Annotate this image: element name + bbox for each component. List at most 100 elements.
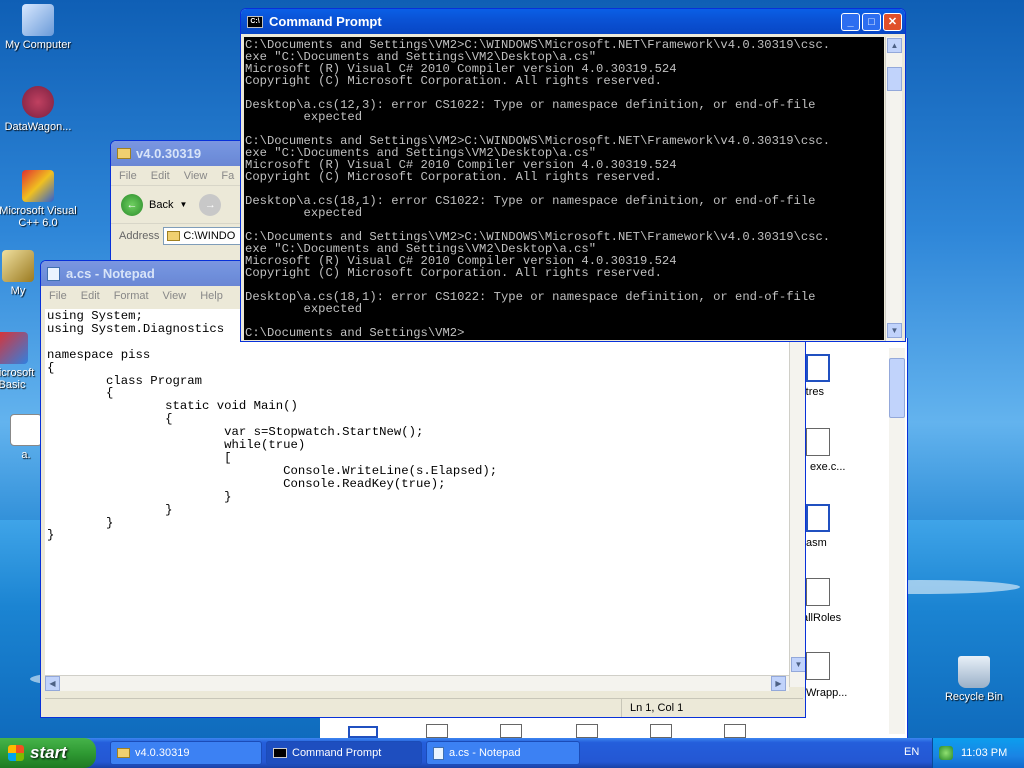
desktop-icon-label: Microsoft Basic — [0, 367, 35, 391]
network-icon[interactable] — [939, 746, 953, 760]
desktop-icon-recycle-bin[interactable]: Recycle Bin — [934, 656, 1014, 703]
taskbar: start v4.0.30319 Command Prompt a.cs - N… — [0, 738, 1024, 768]
minimize-button[interactable]: _ — [841, 12, 860, 31]
desktop-icon-label: Recycle Bin — [944, 691, 1004, 703]
file-icon — [806, 504, 830, 532]
menu-file[interactable]: File — [119, 170, 137, 182]
notepad-icon — [47, 266, 60, 281]
scrollbar-thumb[interactable] — [887, 67, 902, 91]
desktop-icon-my-computer[interactable]: My Computer — [0, 4, 78, 51]
file-icon — [500, 724, 522, 738]
folder-icon — [117, 748, 130, 758]
notepad-text-area[interactable]: using System; using System.Diagnostics n… — [45, 309, 789, 687]
desktop-icon-label: Microsoft Visual C++ 6.0 — [0, 205, 77, 229]
desktop-icon-label: My Computer — [4, 39, 72, 51]
desktop-icon-label: DataWagon... — [4, 121, 72, 133]
task-label: Command Prompt — [292, 747, 382, 759]
clock[interactable]: 11:03 PM — [961, 747, 1007, 759]
menu-edit[interactable]: Edit — [151, 170, 170, 182]
file-icon — [576, 724, 598, 738]
forward-arrow-icon[interactable]: → — [199, 193, 222, 216]
explorer-window[interactable]: v4.0.30319 File Edit View Fa ← Back ▼ → … — [110, 140, 245, 270]
file-icon — [650, 724, 672, 738]
file-label[interactable]: asm — [806, 537, 827, 549]
close-button[interactable]: ✕ — [883, 12, 902, 31]
cmd-icon — [273, 748, 287, 758]
file-label[interactable]: Wrapp... — [806, 687, 847, 699]
background-window-strip — [320, 718, 804, 738]
scrollbar[interactable] — [889, 348, 905, 734]
menu-view[interactable]: View — [184, 170, 208, 182]
menu-file[interactable]: File — [49, 290, 67, 302]
notepad-title: a.cs - Notepad — [66, 266, 155, 281]
scroll-up-button[interactable]: ▲ — [887, 38, 902, 53]
address-label: Address — [119, 229, 160, 242]
scroll-left-button[interactable]: ◀ — [45, 676, 60, 691]
back-arrow-icon[interactable]: ← — [121, 193, 143, 216]
task-label: a.cs - Notepad — [449, 747, 521, 759]
file-icon — [10, 414, 42, 446]
file-icon — [426, 724, 448, 738]
folder-icon — [2, 250, 34, 282]
desktop-icon-datawagon[interactable]: DataWagon... — [0, 86, 78, 133]
background-explorer-window: rtres exe.c... asm allRoles Wrapp... — [800, 338, 908, 738]
folder-icon — [167, 230, 181, 241]
address-input[interactable]: C:\WINDO — [163, 226, 244, 245]
task-explorer[interactable]: v4.0.30319 — [110, 741, 262, 765]
file-label[interactable]: exe.c... — [810, 461, 845, 473]
notepad-icon — [433, 746, 444, 760]
visual-studio-icon — [22, 170, 54, 202]
task-command-prompt[interactable]: Command Prompt — [266, 741, 422, 765]
explorer-toolbar: ← Back ▼ → — [111, 185, 244, 223]
datawagon-icon — [22, 86, 54, 118]
cmd-output[interactable]: C:\Documents and Settings\VM2>C:\WINDOWS… — [244, 37, 884, 340]
task-notepad[interactable]: a.cs - Notepad — [426, 741, 580, 765]
system-tray: 11:03 PM — [932, 738, 1024, 768]
cursor-position: Ln 1, Col 1 — [621, 698, 683, 717]
notepad-horizontal-scrollbar[interactable]: ◀ ▶ — [45, 675, 789, 691]
cmd-title: Command Prompt — [269, 14, 382, 29]
chevron-down-icon[interactable]: ▼ — [179, 200, 187, 209]
desktop-icon-label: a. — [21, 449, 31, 461]
visual-basic-icon — [0, 332, 28, 364]
maximize-button[interactable]: □ — [862, 12, 881, 31]
file-icon — [806, 652, 830, 680]
start-label: start — [30, 743, 67, 762]
explorer-menu-bar: File Edit View Fa — [111, 166, 244, 185]
file-label[interactable]: allRoles — [802, 612, 841, 624]
file-icon — [724, 724, 746, 738]
menu-help[interactable]: Help — [200, 290, 223, 302]
address-bar: Address C:\WINDO — [111, 223, 244, 247]
scroll-right-button[interactable]: ▶ — [771, 676, 786, 691]
scroll-down-button[interactable]: ▼ — [791, 657, 805, 672]
computer-icon — [22, 4, 54, 36]
explorer-title-bar[interactable]: v4.0.30319 — [111, 141, 244, 166]
cmd-vertical-scrollbar[interactable]: ▲ ▼ — [885, 37, 902, 341]
start-button[interactable]: start — [0, 738, 96, 768]
menu-edit[interactable]: Edit — [81, 290, 100, 302]
notepad-vertical-scrollbar[interactable]: ▼ — [789, 309, 805, 687]
scroll-down-button[interactable]: ▼ — [887, 323, 902, 338]
file-icon — [806, 578, 830, 606]
cmd-icon: C:\ — [247, 15, 263, 28]
cmd-title-bar[interactable]: C:\ Command Prompt _ □ ✕ — [241, 9, 905, 34]
desktop-icon-microsoft-basic[interactable]: Microsoft Basic — [0, 332, 42, 391]
scrollbar-thumb[interactable] — [889, 358, 905, 418]
menu-favorites[interactable]: Fa — [221, 170, 234, 182]
folder-icon — [117, 148, 131, 159]
language-indicator[interactable]: EN — [904, 746, 919, 758]
address-value: C:\WINDO — [183, 229, 236, 242]
recycle-bin-icon — [958, 656, 990, 688]
menu-view[interactable]: View — [163, 290, 187, 302]
desktop-icon-label: My — [10, 285, 26, 297]
back-button[interactable]: Back — [149, 199, 173, 211]
file-icon — [806, 428, 830, 456]
desktop-icon-visual-cpp[interactable]: Microsoft Visual C++ 6.0 — [0, 170, 78, 229]
task-label: v4.0.30319 — [135, 747, 190, 759]
file-icon — [348, 726, 378, 738]
command-prompt-window[interactable]: C:\ Command Prompt _ □ ✕ C:\Documents an… — [240, 8, 906, 342]
windows-logo-icon — [8, 745, 24, 761]
notepad-status-bar: Ln 1, Col 1 — [45, 698, 803, 717]
menu-format[interactable]: Format — [114, 290, 149, 302]
file-icon — [806, 354, 830, 382]
